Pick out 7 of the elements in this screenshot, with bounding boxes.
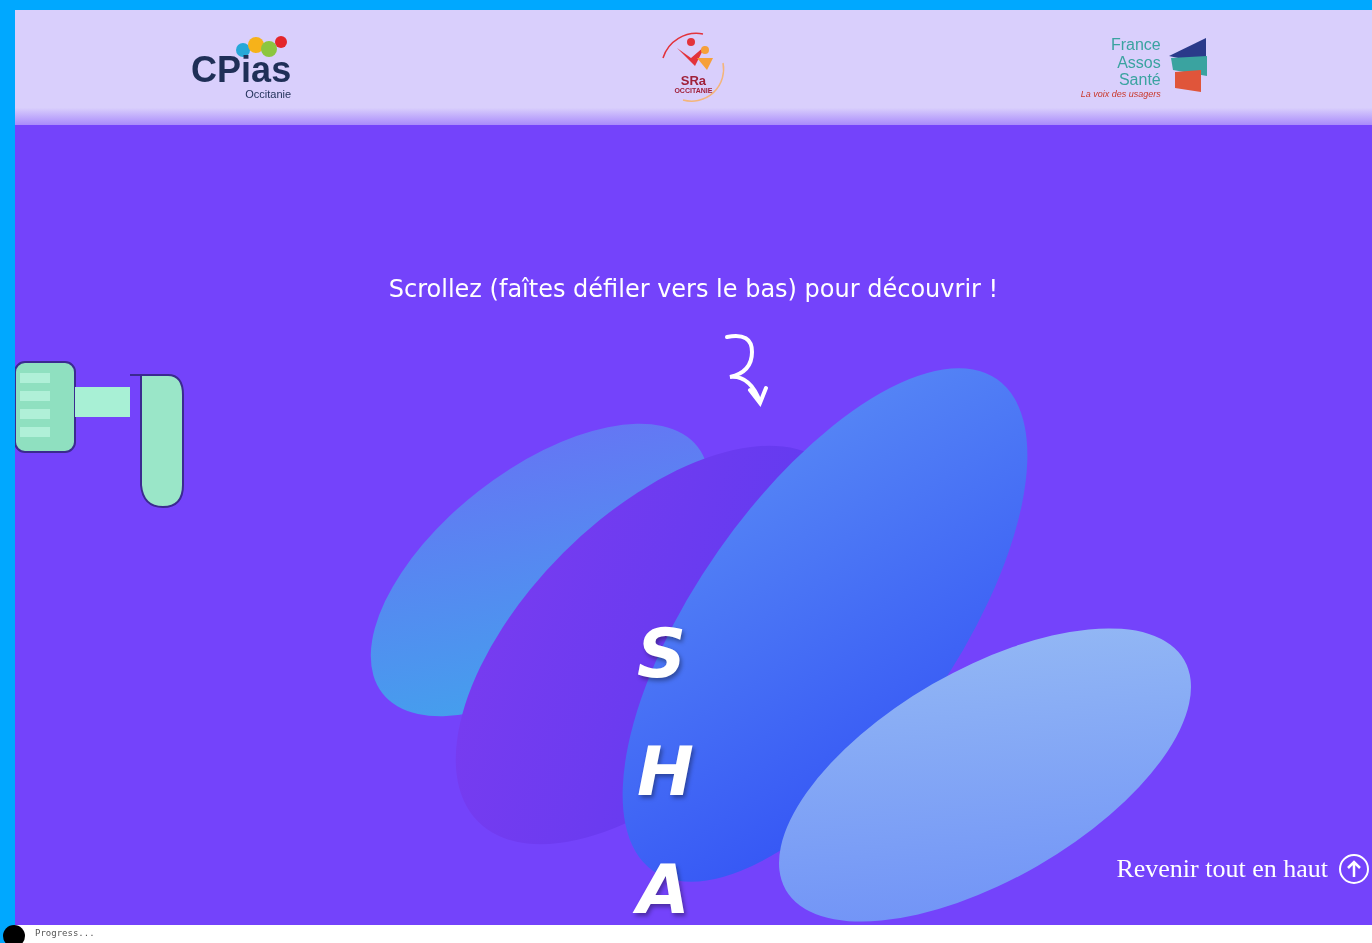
back-to-top-button[interactable]: Revenir tout en haut — [1116, 853, 1370, 885]
curly-arrow-icon — [725, 334, 768, 407]
france-assos-sante-logo: France Assos Santé La voix des usagers — [1080, 36, 1211, 99]
scroll-instruction: Scrollez (faîtes défiler vers le bas) pour découvrir ! — [387, 275, 1000, 303]
cpias-logo: CPias Occitanie — [191, 35, 292, 100]
loader-dot — [3, 925, 25, 943]
progress-label: Progress... — [35, 927, 95, 939]
